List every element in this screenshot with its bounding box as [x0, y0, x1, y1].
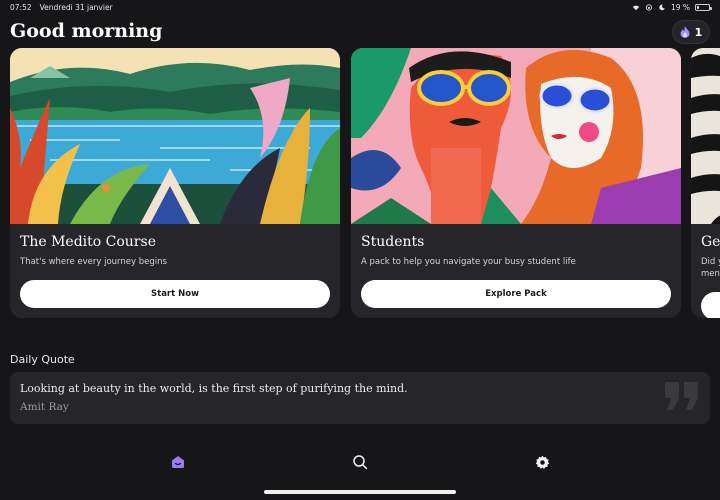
course-card[interactable]: The Medito Course That's where every jou…: [10, 48, 340, 318]
home-icon: [172, 456, 184, 468]
black-white-stripes-art: [691, 48, 720, 224]
status-time: 07:52: [10, 3, 32, 12]
card-title: Ge: [701, 234, 720, 250]
pack-card-partial[interactable]: Ge Did y ment: [691, 48, 720, 318]
quote-mark-icon: [665, 382, 698, 410]
search-icon: [353, 455, 368, 470]
card-subtitle: A pack to help you navigate your busy st…: [361, 257, 576, 267]
start-now-button[interactable]: Start Now: [20, 280, 330, 308]
streak-badge[interactable]: 1: [672, 20, 710, 44]
daily-quote-card[interactable]: Looking at beauty in the world, is the f…: [10, 372, 710, 424]
quote-author: Amit Ray: [20, 401, 69, 413]
nav-search[interactable]: [348, 450, 372, 474]
wifi-icon: [632, 5, 640, 11]
home-indicator[interactable]: [264, 490, 456, 494]
two-faces-sunglasses-painting: [351, 48, 681, 224]
card-button-partial[interactable]: [701, 292, 720, 318]
status-date: Vendredi 31 janvier: [39, 3, 113, 12]
bottom-navigation: [0, 444, 720, 478]
settings-icon: [535, 455, 549, 469]
status-left: 07:52 Vendredi 31 janvier: [10, 3, 113, 12]
nav-home[interactable]: [166, 450, 190, 474]
explore-pack-button[interactable]: Explore Pack: [361, 280, 671, 308]
do-not-disturb-icon: [659, 4, 665, 11]
daily-quote-label: Daily Quote: [10, 353, 75, 366]
card-title: Students: [361, 234, 425, 250]
battery-level: [697, 6, 699, 9]
battery-icon: [695, 4, 712, 11]
card-subtitle: That's where every journey begins: [20, 257, 167, 267]
nav-settings[interactable]: [530, 450, 554, 474]
flame-icon: [680, 26, 690, 38]
quote-text: Looking at beauty in the world, is the f…: [20, 382, 408, 395]
streak-count: 1: [694, 25, 703, 39]
status-right: 19 %: [632, 3, 712, 12]
page-title: Good morning: [10, 20, 163, 42]
rotation-lock-icon: [645, 4, 653, 11]
tropical-lake-painting: [10, 48, 340, 224]
card-subtitle: Did y: [701, 257, 720, 267]
pack-card[interactable]: Students A pack to help you navigate you…: [351, 48, 681, 318]
status-bar: 07:52 Vendredi 31 janvier 19 %: [0, 0, 720, 14]
card-title: The Medito Course: [20, 234, 156, 250]
card-subtitle-line2: ment: [701, 269, 720, 279]
battery-percent: 19 %: [670, 3, 690, 12]
